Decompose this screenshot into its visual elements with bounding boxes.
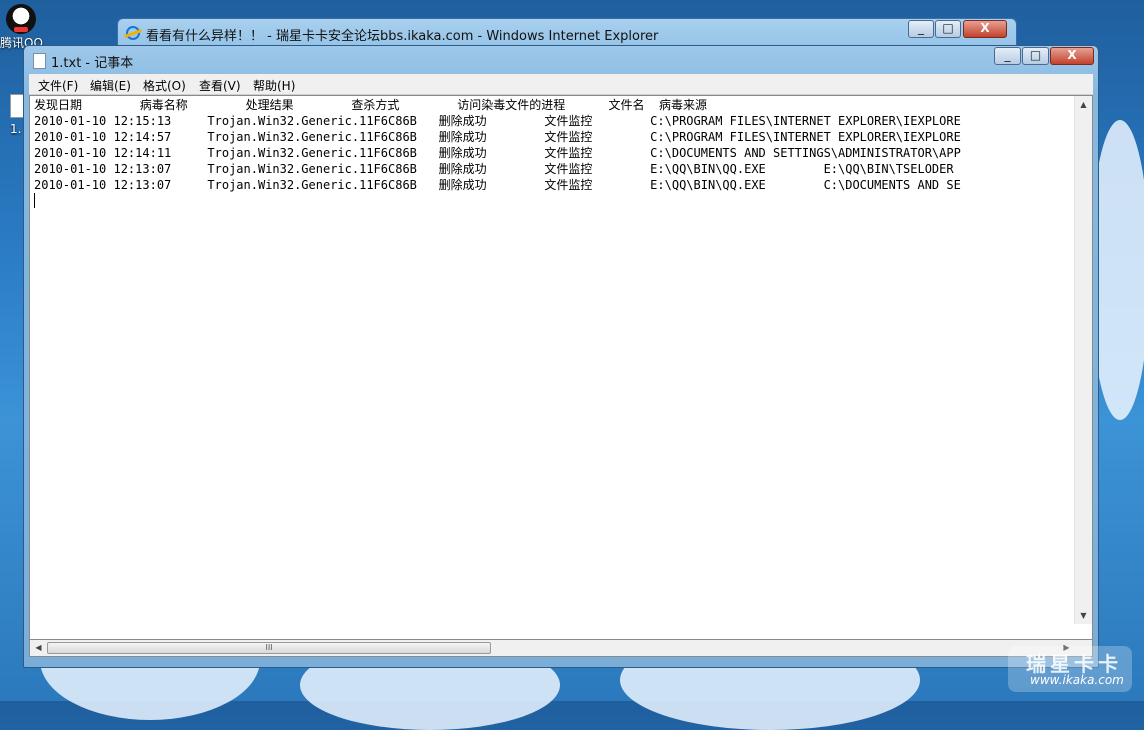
watermark: 瑞星卡卡 www.ikaka.com	[1008, 646, 1132, 692]
menu-edit[interactable]: 编辑(E)	[90, 77, 131, 94]
ie-maximize-button[interactable]: □	[935, 20, 961, 38]
menu-view[interactable]: 查看(V)	[199, 77, 241, 94]
text-caret	[34, 193, 35, 208]
notepad-icon	[33, 53, 46, 69]
notepad-maximize-button[interactable]: □	[1022, 47, 1049, 65]
menu-bar: 文件(F) 编辑(E) 格式(O) 查看(V) 帮助(H)	[29, 74, 1093, 95]
text-line: 2010-01-10 12:13:07 Trojan.Win32.Generic…	[34, 178, 961, 192]
notepad-close-button[interactable]: X	[1050, 47, 1094, 65]
desktop-icon-label: 1.	[10, 122, 22, 136]
text-line: 2010-01-10 12:13:07 Trojan.Win32.Generic…	[34, 162, 954, 176]
menu-help[interactable]: 帮助(H)	[253, 77, 295, 94]
qq-penguin-icon	[6, 4, 36, 34]
ie-window-title: 看看有什么异样！！ - 瑞星卡卡安全论坛bbs.ikaka.com - Wind…	[146, 29, 659, 44]
text-editor[interactable]: 发现日期 病毒名称 处理结果 查杀方式 访问染毒文件的进程 文件名 病毒来源 2…	[29, 95, 1093, 640]
text-line: 2010-01-10 12:15:13 Trojan.Win32.Generic…	[34, 114, 961, 128]
text-header-line: 发现日期 病毒名称 处理结果 查杀方式 访问染毒文件的进程 文件名 病毒来源	[34, 98, 707, 112]
internet-explorer-icon	[126, 26, 140, 40]
text-line: 2010-01-10 12:14:11 Trojan.Win32.Generic…	[34, 146, 961, 160]
desktop-icon-qq[interactable]: 腾讯QQ	[0, 4, 46, 51]
horizontal-scrollbar[interactable]: ◀ III ▶	[29, 640, 1093, 657]
scroll-down-icon[interactable]: ▼	[1075, 607, 1092, 624]
watermark-url: www.ikaka.com	[1030, 673, 1124, 687]
menu-file[interactable]: 文件(F)	[38, 77, 78, 94]
menu-format[interactable]: 格式(O)	[143, 77, 186, 94]
vertical-scrollbar[interactable]: ▲ ▼	[1074, 96, 1092, 624]
notepad-minimize-button[interactable]: _	[994, 47, 1021, 65]
scroll-up-icon[interactable]: ▲	[1075, 96, 1092, 113]
ie-minimize-button[interactable]: _	[908, 20, 934, 38]
scroll-left-icon[interactable]: ◀	[30, 639, 47, 656]
text-content: 发现日期 病毒名称 处理结果 查杀方式 访问染毒文件的进程 文件名 病毒来源 2…	[34, 97, 961, 193]
ie-close-button[interactable]: X	[963, 20, 1007, 38]
horizontal-scroll-thumb[interactable]: III	[47, 642, 491, 654]
text-line: 2010-01-10 12:14:57 Trojan.Win32.Generic…	[34, 130, 961, 144]
notepad-window-title: 1.txt - 记事本	[51, 56, 134, 71]
notepad-window[interactable]: 1.txt - 记事本 _ □ X 文件(F) 编辑(E) 格式(O) 查看(V…	[23, 45, 1099, 668]
